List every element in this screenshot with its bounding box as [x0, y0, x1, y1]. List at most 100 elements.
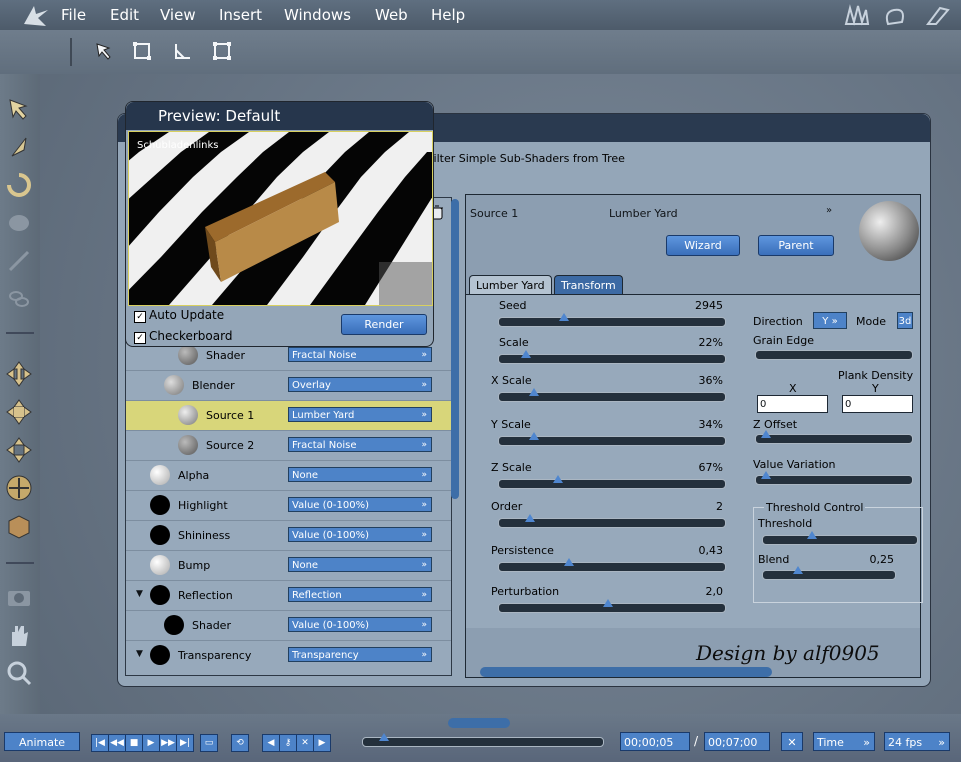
slider-thumb[interactable] — [793, 566, 803, 574]
rotate-icon[interactable] — [4, 170, 34, 200]
menu-file[interactable]: File — [61, 6, 86, 24]
tree-row-reflection[interactable]: ▼ Reflection Reflection» — [126, 581, 451, 611]
rewind-icon[interactable]: ◀◀ — [108, 734, 126, 752]
render-button[interactable]: Render — [341, 314, 427, 335]
menu-help[interactable]: Help — [431, 6, 465, 24]
bump-type-select[interactable]: None» — [288, 557, 432, 572]
sequence-icon[interactable]: ▭ — [200, 734, 218, 752]
properties-hscrollbar[interactable] — [480, 667, 772, 677]
go-to-end-icon[interactable]: ▶| — [176, 734, 194, 752]
param-slider[interactable] — [498, 599, 726, 613]
tree-row-alpha[interactable]: Alpha None» — [126, 461, 451, 491]
param-slider[interactable] — [498, 350, 726, 364]
menu-view[interactable]: View — [160, 6, 196, 24]
chain-icon[interactable] — [4, 284, 34, 314]
zoom-icon[interactable] — [4, 658, 34, 688]
prev-key-icon[interactable]: ◀ — [262, 734, 280, 752]
bryce-logo-icon[interactable] — [20, 2, 50, 28]
stop-icon[interactable]: ■ — [125, 734, 143, 752]
menu-edit[interactable]: Edit — [110, 6, 139, 24]
param-slider[interactable] — [498, 388, 726, 402]
direction-select[interactable]: Y » — [813, 312, 847, 329]
tree-row-source-1[interactable]: Source 1 Lumber Yard» — [126, 401, 451, 431]
tree-row-bump[interactable]: Bump None» — [126, 551, 451, 581]
menu-windows[interactable]: Windows — [284, 6, 351, 24]
move-xz-icon[interactable] — [4, 397, 34, 427]
reflection-shader-select[interactable]: Value (0-100%)» — [288, 617, 432, 632]
slider-thumb[interactable] — [761, 471, 771, 479]
go-to-start-icon[interactable]: |◀ — [91, 734, 109, 752]
close-x-icon[interactable]: ✕ — [781, 732, 803, 751]
rotate-box-icon[interactable] — [172, 40, 194, 62]
blend-slider[interactable] — [762, 566, 896, 580]
plank-density-y-input[interactable]: 0 — [842, 395, 913, 413]
slider-thumb[interactable] — [525, 514, 535, 522]
highlight-type-select[interactable]: Value (0-100%)» — [288, 497, 432, 512]
source-1-type-select[interactable]: Lumber Yard» — [288, 407, 432, 422]
direct-select-icon[interactable] — [4, 132, 34, 162]
tab-transform[interactable]: Transform — [554, 275, 623, 295]
source-2-type-select[interactable]: Fractal Noise» — [288, 437, 432, 452]
timeline-slider[interactable] — [362, 733, 604, 747]
tree-scrollbar[interactable] — [451, 199, 459, 499]
loop-icon[interactable]: ⟲ — [231, 734, 249, 752]
threshold-slider[interactable] — [762, 531, 918, 545]
bottom-expand-handle[interactable] — [448, 718, 510, 728]
shader-type-select[interactable]: Fractal Noise» — [288, 347, 432, 362]
current-time-field[interactable]: 00;00;05 — [620, 732, 690, 751]
move-yz-icon[interactable] — [4, 435, 34, 465]
z-offset-slider[interactable] — [755, 430, 913, 444]
key-icon[interactable]: ⚷ — [279, 734, 297, 752]
delete-key-icon[interactable]: ✕ — [296, 734, 314, 752]
fast-forward-icon[interactable]: ▶▶ — [159, 734, 177, 752]
alpha-type-select[interactable]: None» — [288, 467, 432, 482]
trackball-icon[interactable] — [4, 473, 34, 503]
tree-row-highlight[interactable]: Highlight Value (0-100%)» — [126, 491, 451, 521]
slider-thumb[interactable] — [529, 432, 539, 440]
param-slider[interactable] — [498, 313, 726, 327]
fps-select[interactable]: 24 fps» — [884, 732, 950, 751]
tree-row-blender[interactable]: Blender Overlay» — [126, 371, 451, 401]
slider-thumb[interactable] — [761, 430, 771, 438]
tree-row-source-2[interactable]: Source 2 Fractal Noise» — [126, 431, 451, 461]
animate-button[interactable]: Animate — [4, 732, 80, 751]
menu-insert[interactable]: Insert — [219, 6, 262, 24]
next-key-icon[interactable]: ▶ — [313, 734, 331, 752]
menu-web[interactable]: Web — [375, 6, 408, 24]
value-variation-slider[interactable] — [755, 471, 913, 485]
blender-type-select[interactable]: Overlay» — [288, 377, 432, 392]
wizard-button[interactable]: Wizard — [666, 235, 740, 256]
time-mode-select[interactable]: Time» — [813, 732, 875, 751]
tab-lumber-yard[interactable]: Lumber Yard — [469, 275, 552, 295]
param-slider[interactable] — [498, 514, 726, 528]
param-slider[interactable] — [498, 475, 726, 489]
shininess-type-select[interactable]: Value (0-100%)» — [288, 527, 432, 542]
chevron-down-icon[interactable]: » — [826, 205, 832, 216]
transparency-type-select[interactable]: Transparency» — [288, 647, 432, 662]
select-arrow-icon[interactable] — [93, 40, 115, 62]
slider-thumb[interactable] — [521, 350, 531, 358]
sphere-icon[interactable] — [4, 208, 34, 238]
camera-icon[interactable] — [4, 582, 34, 612]
tree-row-transparency[interactable]: ▼ Transparency Transparency» — [126, 641, 451, 674]
hand-tools-icon[interactable] — [840, 2, 955, 28]
slider-thumb[interactable] — [564, 558, 574, 566]
slider-thumb[interactable] — [529, 388, 539, 396]
preview-title-bar[interactable]: Preview: Default — [126, 102, 433, 130]
checkerboard-checkbox[interactable]: ✓ Checkerboard — [134, 329, 232, 344]
total-time-field[interactable]: 00;07;00 — [704, 732, 770, 751]
mode-select[interactable]: 3d — [897, 312, 913, 329]
collapse-arrow-icon[interactable]: ▼ — [136, 589, 143, 599]
play-icon[interactable]: ▶ — [142, 734, 160, 752]
collapse-arrow-icon[interactable]: ▼ — [136, 649, 143, 659]
pointer-icon[interactable] — [4, 94, 34, 124]
wand-icon[interactable] — [4, 246, 34, 276]
plank-density-x-input[interactable]: 0 — [757, 395, 828, 413]
tree-row-shininess[interactable]: Shininess Value (0-100%)» — [126, 521, 451, 551]
slider-thumb[interactable] — [603, 599, 613, 607]
auto-update-checkbox[interactable]: ✓ Auto Update — [134, 308, 224, 323]
slider-thumb[interactable] — [559, 313, 569, 321]
slider-thumb[interactable] — [553, 475, 563, 483]
timeline-thumb[interactable] — [379, 733, 389, 741]
grain-edge-slider[interactable] — [755, 350, 913, 360]
